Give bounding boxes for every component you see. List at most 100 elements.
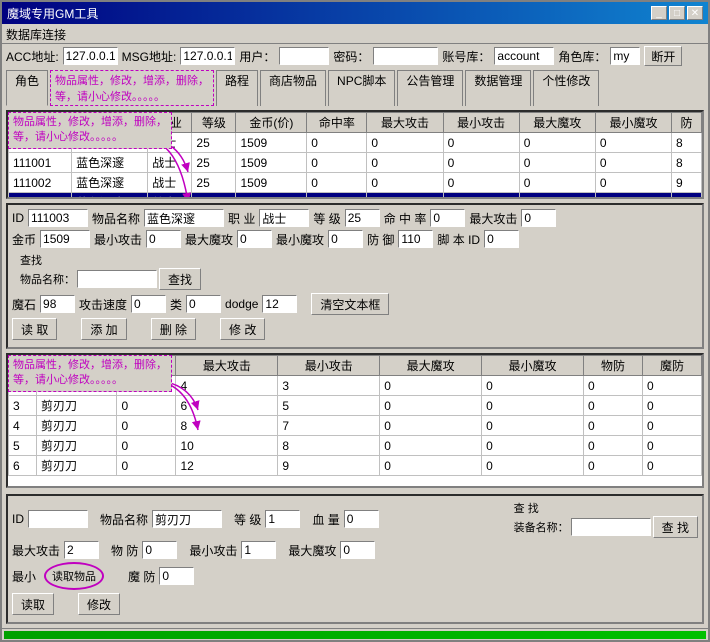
- min-atk-input[interactable]: [146, 230, 181, 248]
- tab-role[interactable]: 角色: [6, 70, 48, 106]
- read-btn[interactable]: 读 取: [12, 318, 57, 340]
- max-magic-input[interactable]: [237, 230, 272, 248]
- bmin-atk-input[interactable]: [241, 541, 276, 559]
- pwd-label: 密码：: [333, 48, 369, 65]
- maximize-button[interactable]: □: [669, 6, 685, 20]
- type-input[interactable]: [186, 295, 221, 313]
- status-bar: [2, 628, 708, 640]
- blevel-input[interactable]: [265, 510, 300, 528]
- hit-input[interactable]: [430, 209, 465, 227]
- tab-route[interactable]: 路程: [216, 70, 258, 106]
- search-item-name-label: 物品名称：: [20, 271, 75, 287]
- close-button[interactable]: ✕: [687, 6, 703, 20]
- bmax-atk-input[interactable]: [64, 541, 99, 559]
- form-row-3: 魔石 攻击速度 类 dodge 清空文本框: [12, 293, 698, 315]
- progress-bar: [4, 631, 706, 639]
- table-row[interactable]: 6剪刃刀01290000: [9, 456, 702, 476]
- table-row[interactable]: 4剪刃刀0870000: [9, 416, 702, 436]
- form-row-4: 读 取 添 加 删 除 修 改: [12, 318, 698, 340]
- col-hit: 命中率: [307, 113, 367, 133]
- search-item-name-input[interactable]: [77, 270, 157, 288]
- max-atk-label: 最大攻击: [469, 210, 517, 227]
- atk-speed-input[interactable]: [131, 295, 166, 313]
- connection-bar: ACC地址: MSG地址: 用户： 密码： 账号库： 角色库： 断开: [2, 44, 708, 68]
- type-label: 类: [170, 296, 182, 313]
- add-btn[interactable]: 添 加: [81, 318, 126, 340]
- gold-input[interactable]: [40, 230, 90, 248]
- def-label: 防 御: [367, 231, 394, 248]
- level-input[interactable]: [345, 209, 380, 227]
- table-row[interactable]: 111002蓝色深邃战士251509000009: [9, 173, 702, 193]
- min-magic-input[interactable]: [328, 230, 363, 248]
- msg-label: MSG地址:: [122, 48, 177, 65]
- disconnect-button[interactable]: 断开: [644, 46, 682, 66]
- dodge-input[interactable]: [262, 295, 297, 313]
- pwd-input[interactable]: [373, 47, 438, 65]
- item-name-label: 物品名称: [92, 210, 140, 227]
- bpdef-input[interactable]: [142, 541, 177, 559]
- max-atk-input[interactable]: [521, 209, 556, 227]
- id-label: ID: [12, 211, 24, 225]
- minimize-button[interactable]: _: [651, 6, 667, 20]
- bsearch-area: 查 找 装备名称： 查 找: [514, 500, 698, 538]
- tab-npc-script[interactable]: NPC脚本: [328, 70, 395, 106]
- bid-input[interactable]: [28, 510, 88, 528]
- tab-shop-item[interactable]: 商店物品: [260, 70, 326, 106]
- equip-name-label: 装备名称：: [514, 519, 569, 535]
- magic-stone-input[interactable]: [40, 295, 75, 313]
- bottom-table-section: 物品属性，修改，增添，删除，等，请小心修改。。。。。: [6, 353, 704, 488]
- bform-row-2: 最大攻击 物 防 最小攻击 最大魔攻: [12, 541, 698, 559]
- def-input[interactable]: [398, 230, 433, 248]
- user-input[interactable]: [279, 47, 329, 65]
- table-row[interactable]: 3剪刃刀0650000: [9, 396, 702, 416]
- user-label: 用户：: [239, 48, 275, 65]
- clear-btn[interactable]: 清空文本框: [311, 293, 389, 315]
- script-id-input[interactable]: [484, 230, 519, 248]
- table-row[interactable]: 111003蓝色深邃战士2515090000010: [9, 193, 702, 198]
- script-id-label: 脚 本 ID: [437, 231, 480, 248]
- bmodify-btn[interactable]: 修改: [78, 593, 120, 615]
- bform-row-1: ID 物品名称 等 级 血 量 查 找 装备名称： 查 找: [12, 500, 698, 538]
- id-input[interactable]: [28, 209, 88, 227]
- tab-item-attr[interactable]: 物品属性，修改，增添，删除，等，请小心修改。。。。。: [50, 70, 214, 106]
- bsearch-button[interactable]: 查 找: [653, 516, 698, 538]
- search-hint: 查找: [20, 252, 201, 268]
- del-btn[interactable]: 删 除: [151, 318, 196, 340]
- top-annotation: 物品属性，修改，增添，删除，等，请小心修改。。。。。: [8, 112, 172, 149]
- bmax-magic-input[interactable]: [340, 541, 375, 559]
- max-magic-label: 最大魔攻: [185, 231, 233, 248]
- bcol-min-magic: 最小魔攻: [482, 356, 584, 376]
- bmdef-input[interactable]: [159, 567, 194, 585]
- bform-row-4: 读取 修改: [12, 593, 698, 615]
- msg-input[interactable]: [180, 47, 235, 65]
- title-bar: 魔域专用GM工具 _ □ ✕: [2, 2, 708, 24]
- equip-name-input[interactable]: [571, 518, 651, 536]
- role-input[interactable]: [610, 47, 640, 65]
- table-row[interactable]: 111001蓝色深邃战士251509000008: [9, 153, 702, 173]
- col-price: 金币(价): [236, 113, 307, 133]
- atk-speed-label: 攻击速度: [79, 296, 127, 313]
- item-name-input[interactable]: [144, 209, 224, 227]
- search-button[interactable]: 查找: [159, 268, 201, 290]
- job-input[interactable]: [259, 209, 309, 227]
- db-label: 账号库：: [442, 48, 490, 65]
- table-row[interactable]: 5剪刃刀01080000: [9, 436, 702, 456]
- form-row-1: ID 物品名称 职 业 等 级 命 中 率 最大攻击: [12, 209, 698, 227]
- tab-announce[interactable]: 公告管理: [397, 70, 463, 106]
- menu-db-connect[interactable]: 数据库连接: [6, 28, 66, 42]
- tab-personal[interactable]: 个性修改: [533, 70, 599, 106]
- level-label: 等 级: [313, 210, 340, 227]
- bhp-input[interactable]: [344, 510, 379, 528]
- modify-btn[interactable]: 修 改: [220, 318, 265, 340]
- main-content: 物品属性，修改，增添，删除，等，请小心修改。。。。。 ID 物品名: [2, 106, 708, 628]
- bcol-mdef: 魔防: [642, 356, 701, 376]
- top-form-section: ID 物品名称 职 业 等 级 命 中 率 最大攻击 金币 最小攻击 最大魔攻: [6, 203, 704, 349]
- db-input[interactable]: [494, 47, 554, 65]
- tab-data-mgmt[interactable]: 数据管理: [465, 70, 531, 106]
- bform-row-3: 最小 读取物品 魔 防: [12, 562, 698, 590]
- acc-input[interactable]: [63, 47, 118, 65]
- gold-label: 金币: [12, 231, 36, 248]
- bread-btn[interactable]: 读取: [12, 593, 54, 615]
- bname-input[interactable]: [152, 510, 222, 528]
- main-window: 魔域专用GM工具 _ □ ✕ 数据库连接 ACC地址: MSG地址: 用户： 密…: [0, 0, 710, 642]
